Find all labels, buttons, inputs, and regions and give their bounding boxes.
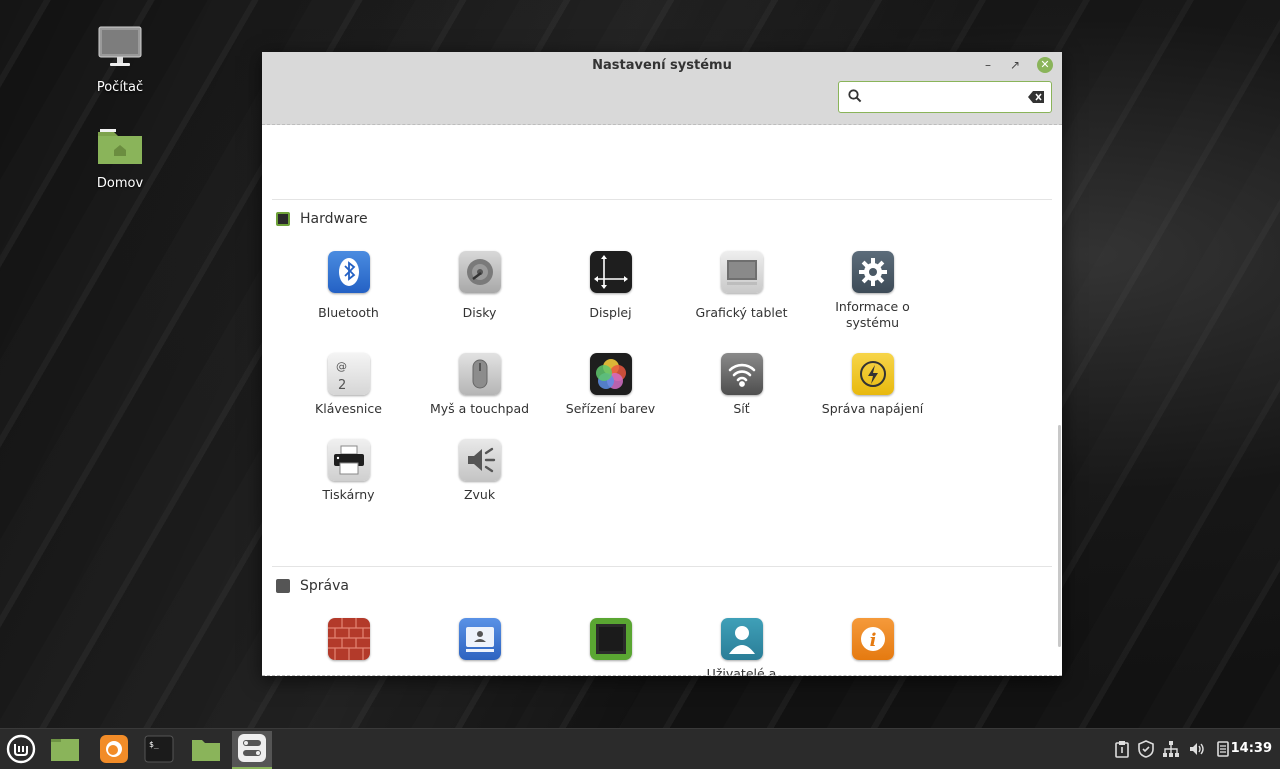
terminal-icon: $_	[144, 735, 174, 763]
section-header-administration: Správa	[276, 576, 349, 596]
section-divider	[272, 199, 1052, 200]
minimize-button[interactable]: –	[980, 57, 996, 73]
color-icon	[589, 353, 632, 395]
sound-icon	[458, 439, 501, 481]
tablet-icon	[720, 251, 763, 293]
settings-item-label: Zvuk	[463, 487, 496, 502]
settings-item-label: Disky	[462, 305, 497, 320]
settings-item-label: Myš a touchpad	[429, 401, 530, 416]
scrollbar[interactable]	[1058, 425, 1061, 647]
desktop-icon-label: Počítač	[96, 80, 144, 95]
settings-item-tablet[interactable]: Grafický tablet	[676, 251, 807, 321]
system-settings-window: Nastavení systému – ↗ ✕ Hardware Bluetoo…	[262, 52, 1062, 676]
desktop-icon-computer[interactable]: Počítač	[80, 26, 160, 95]
section-title: Správa	[300, 578, 349, 594]
power-icon	[851, 353, 894, 395]
search-input[interactable]	[867, 86, 1021, 110]
home-folder-icon	[98, 129, 142, 164]
taskbar: $_ 14:39	[0, 728, 1280, 769]
folder-icon	[192, 740, 220, 761]
settings-item-sound[interactable]: Zvuk	[414, 439, 545, 503]
settings-item-mouse[interactable]: Myš a touchpad	[414, 353, 545, 417]
settings-toggle-icon	[238, 734, 266, 762]
taskbar-files[interactable]	[190, 733, 222, 765]
settings-item-label: Tiskárny	[322, 487, 375, 502]
window-title: Nastavení systému	[592, 58, 732, 73]
taskbar-show-desktop[interactable]	[49, 733, 81, 765]
taskbar-firefox[interactable]	[98, 733, 130, 765]
display-icon	[589, 251, 632, 293]
settings-item-label: Seřízení barev	[565, 401, 656, 416]
search-box[interactable]	[838, 81, 1052, 113]
settings-item-color[interactable]: Seřízení barev	[545, 353, 676, 417]
mint-logo-icon	[6, 734, 36, 764]
taskbar-system-settings[interactable]	[232, 731, 272, 769]
printer-icon	[327, 439, 370, 481]
clipboard-icon[interactable]	[1113, 740, 1131, 758]
section-divider	[272, 566, 1052, 567]
settings-item-label: Informace o systému	[835, 299, 910, 330]
menu-button[interactable]	[5, 733, 37, 765]
taskbar-terminal[interactable]: $_	[143, 733, 175, 765]
section-header-hardware: Hardware	[276, 209, 368, 229]
svg-text:i: i	[869, 630, 876, 651]
disk-icon	[458, 251, 501, 293]
settings-item-users[interactable]: Uživatelé a	[676, 618, 807, 676]
settings-item-bluetooth[interactable]: Bluetooth	[283, 251, 414, 321]
svg-text:@: @	[336, 360, 347, 373]
monitor-icon	[98, 26, 142, 66]
search-icon	[848, 89, 862, 103]
login-window-icon	[458, 618, 501, 660]
info-icon: i	[851, 618, 894, 660]
section-title: Hardware	[300, 211, 368, 227]
settings-item-login-window[interactable]	[414, 618, 545, 672]
settings-item-label: Grafický tablet	[695, 305, 788, 320]
volume-icon[interactable]	[1188, 740, 1206, 758]
close-button[interactable]: ✕	[1037, 57, 1053, 73]
settings-item-firewall[interactable]	[283, 618, 414, 672]
wifi-icon	[720, 353, 763, 395]
hardware-icon	[276, 212, 290, 226]
firefox-icon	[100, 735, 128, 763]
settings-item-drivers[interactable]	[545, 618, 676, 672]
settings-item-display[interactable]: Displej	[545, 251, 676, 321]
maximize-button[interactable]: ↗	[1007, 57, 1023, 73]
notes-icon[interactable]	[1214, 740, 1232, 758]
bottom-edge	[262, 674, 1062, 676]
settings-item-disks[interactable]: Disky	[414, 251, 545, 321]
settings-item-label: Displej	[589, 305, 632, 320]
clear-search-icon[interactable]	[1028, 91, 1044, 103]
svg-text:$_: $_	[149, 740, 159, 749]
user-icon	[720, 618, 763, 660]
driver-icon	[589, 618, 632, 660]
mouse-icon	[458, 353, 501, 395]
settings-content: Hardware Bluetooth Disky Displej Grafick…	[262, 125, 1062, 676]
network-icon[interactable]	[1162, 740, 1180, 758]
firewall-icon	[327, 618, 370, 660]
svg-text:2: 2	[338, 378, 346, 393]
terminal-icon	[276, 579, 290, 593]
desktop-icon-label: Domov	[96, 176, 144, 191]
gear-icon	[851, 251, 894, 293]
titlebar[interactable]: Nastavení systému – ↗ ✕	[262, 52, 1062, 125]
desktop-icon-home[interactable]: Domov	[80, 126, 160, 191]
settings-item-label: Správa napájení	[821, 401, 924, 416]
shield-icon[interactable]	[1137, 740, 1155, 758]
settings-item-label: Bluetooth	[318, 305, 379, 320]
bluetooth-icon	[327, 251, 370, 293]
clock[interactable]: 14:39	[1231, 741, 1272, 756]
settings-item-network[interactable]: Síť	[676, 353, 807, 417]
settings-item-label: Síť	[733, 401, 750, 416]
settings-item-system-info[interactable]: Informace o systému	[807, 251, 938, 331]
settings-item-label: Klávesnice	[315, 401, 382, 416]
folder-icon	[51, 739, 79, 761]
settings-item-system-reports[interactable]: i	[807, 618, 938, 672]
settings-item-power[interactable]: Správa napájení	[807, 353, 938, 417]
keyboard-icon: @ 2	[327, 353, 370, 395]
settings-item-printers[interactable]: Tiskárny	[283, 439, 414, 503]
settings-item-keyboard[interactable]: @ 2 Klávesnice	[283, 353, 414, 417]
